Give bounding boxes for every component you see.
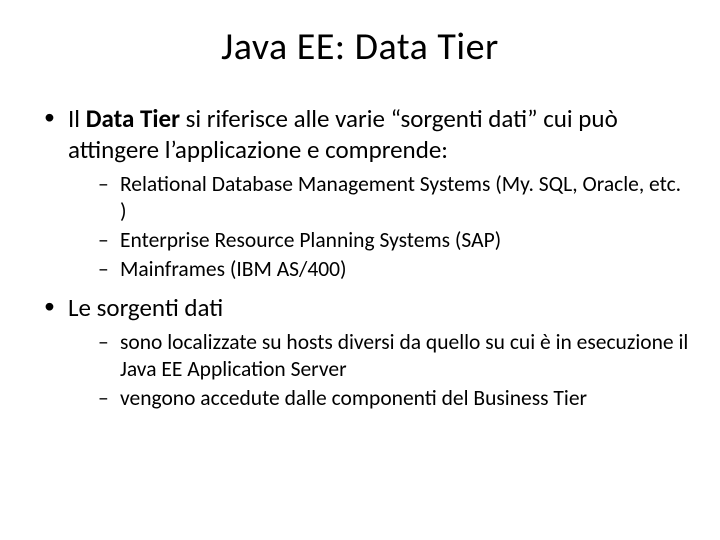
sub-item: Relational Database Management Systems (… xyxy=(98,171,690,225)
bullet-list: Il Data Tier si riferisce alle varie “so… xyxy=(30,104,690,412)
bullet-1-pre: Il xyxy=(68,103,86,134)
bullet-1: Il Data Tier si riferisce alle varie “so… xyxy=(44,104,690,283)
slide-title: Java EE: Data Tier xyxy=(30,24,690,70)
bullet-2-sublist: sono localizzate su hosts diversi da que… xyxy=(68,329,690,412)
bullet-1-bold: Data Tier xyxy=(86,103,180,134)
sub-item: sono localizzate su hosts diversi da que… xyxy=(98,329,690,383)
bullet-1-sublist: Relational Database Management Systems (… xyxy=(68,171,690,283)
bullet-2-text: Le sorgenti dati xyxy=(68,292,223,323)
sub-item: Mainframes (IBM AS/400) xyxy=(98,256,690,283)
bullet-2: Le sorgenti dati sono localizzate su hos… xyxy=(44,293,690,412)
sub-item: Enterprise Resource Planning Systems (SA… xyxy=(98,227,690,254)
sub-item: vengono accedute dalle componenti del Bu… xyxy=(98,385,690,412)
